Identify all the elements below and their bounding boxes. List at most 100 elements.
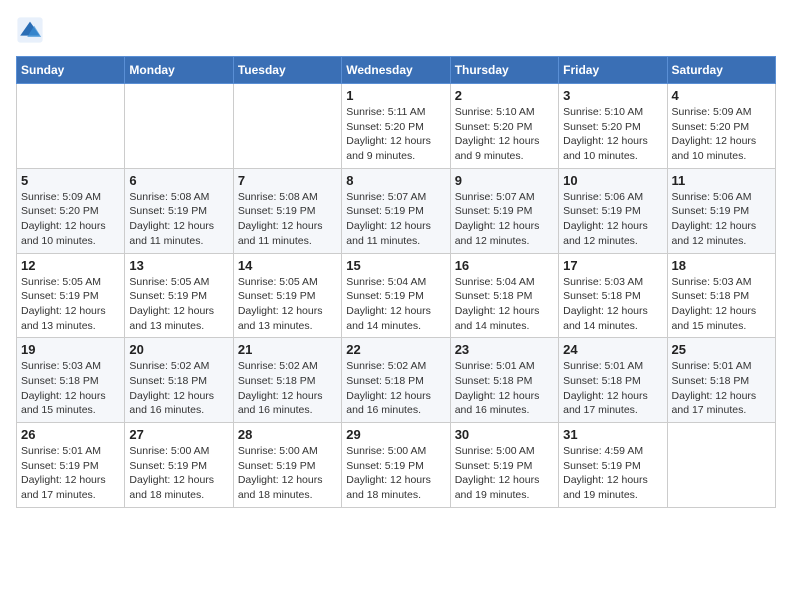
day-info: Sunrise: 5:02 AM Sunset: 5:18 PM Dayligh… (129, 359, 228, 418)
calendar-cell: 27 Sunrise: 5:00 AM Sunset: 5:19 PM Dayli… (125, 423, 233, 508)
day-number: 1 (346, 88, 445, 103)
day-info: Sunrise: 5:10 AM Sunset: 5:20 PM Dayligh… (455, 105, 554, 164)
calendar-cell: 29 Sunrise: 5:00 AM Sunset: 5:19 PM Dayli… (342, 423, 450, 508)
calendar-week-3: 12 Sunrise: 5:05 AM Sunset: 5:19 PM Dayli… (17, 253, 776, 338)
weekday-friday: Friday (559, 57, 667, 84)
calendar-cell: 7Sunrise: 5:08 AM Sunset: 5:19 PM Daylig… (233, 168, 341, 253)
day-number: 15 (346, 258, 445, 273)
day-number: 11 (672, 173, 771, 188)
weekday-monday: Monday (125, 57, 233, 84)
page-header (16, 16, 776, 44)
calendar-cell (125, 84, 233, 169)
weekday-header-row: SundayMondayTuesdayWednesdayThursdayFrid… (17, 57, 776, 84)
day-number: 29 (346, 427, 445, 442)
day-info: Sunrise: 5:06 AM Sunset: 5:19 PM Dayligh… (672, 190, 771, 249)
day-number: 27 (129, 427, 228, 442)
day-number: 31 (563, 427, 662, 442)
logo-icon (16, 16, 44, 44)
day-number: 19 (21, 342, 120, 357)
day-number: 23 (455, 342, 554, 357)
calendar-cell: 31 Sunrise: 4:59 AM Sunset: 5:19 PM Dayli… (559, 423, 667, 508)
day-number: 17 (563, 258, 662, 273)
day-number: 25 (672, 342, 771, 357)
calendar-cell: 11 Sunrise: 5:06 AM Sunset: 5:19 PM Dayli… (667, 168, 775, 253)
day-info: Sunrise: 5:02 AM Sunset: 5:18 PM Dayligh… (238, 359, 337, 418)
day-number: 14 (238, 258, 337, 273)
day-info: Sunrise: 4:59 AM Sunset: 5:19 PM Dayligh… (563, 444, 662, 503)
calendar-cell: 22Sunrise: 5:02 AM Sunset: 5:18 PM Dayli… (342, 338, 450, 423)
day-info: Sunrise: 5:04 AM Sunset: 5:19 PM Dayligh… (346, 275, 445, 334)
day-info: Sunrise: 5:08 AM Sunset: 5:19 PM Dayligh… (129, 190, 228, 249)
calendar-cell: 28 Sunrise: 5:00 AM Sunset: 5:19 PM Dayli… (233, 423, 341, 508)
calendar-cell: 3Sunrise: 5:10 AM Sunset: 5:20 PM Daylig… (559, 84, 667, 169)
calendar-cell: 19 Sunrise: 5:03 AM Sunset: 5:18 PM Dayli… (17, 338, 125, 423)
day-info: Sunrise: 5:01 AM Sunset: 5:18 PM Dayligh… (455, 359, 554, 418)
weekday-tuesday: Tuesday (233, 57, 341, 84)
day-number: 18 (672, 258, 771, 273)
calendar-cell: 18 Sunrise: 5:03 AM Sunset: 5:18 PM Dayli… (667, 253, 775, 338)
calendar-body: 1 Sunrise: 5:11 AM Sunset: 5:20 PM Daylig… (17, 84, 776, 508)
day-info: Sunrise: 5:06 AM Sunset: 5:19 PM Dayligh… (563, 190, 662, 249)
calendar-week-2: 5Sunrise: 5:09 AM Sunset: 5:20 PM Daylig… (17, 168, 776, 253)
day-info: Sunrise: 5:01 AM Sunset: 5:18 PM Dayligh… (672, 359, 771, 418)
calendar-cell: 6 Sunrise: 5:08 AM Sunset: 5:19 PM Daylig… (125, 168, 233, 253)
calendar-cell: 15 Sunrise: 5:04 AM Sunset: 5:19 PM Dayli… (342, 253, 450, 338)
calendar-cell: 30Sunrise: 5:00 AM Sunset: 5:19 PM Dayli… (450, 423, 558, 508)
day-number: 21 (238, 342, 337, 357)
calendar-cell: 23 Sunrise: 5:01 AM Sunset: 5:18 PM Dayli… (450, 338, 558, 423)
day-number: 30 (455, 427, 554, 442)
day-info: Sunrise: 5:05 AM Sunset: 5:19 PM Dayligh… (238, 275, 337, 334)
calendar-cell: 20 Sunrise: 5:02 AM Sunset: 5:18 PM Dayli… (125, 338, 233, 423)
day-info: Sunrise: 5:00 AM Sunset: 5:19 PM Dayligh… (346, 444, 445, 503)
day-number: 3 (563, 88, 662, 103)
day-number: 20 (129, 342, 228, 357)
calendar-cell: 8Sunrise: 5:07 AM Sunset: 5:19 PM Daylig… (342, 168, 450, 253)
day-number: 8 (346, 173, 445, 188)
calendar-cell: 9 Sunrise: 5:07 AM Sunset: 5:19 PM Daylig… (450, 168, 558, 253)
day-number: 12 (21, 258, 120, 273)
day-info: Sunrise: 5:00 AM Sunset: 5:19 PM Dayligh… (238, 444, 337, 503)
day-number: 26 (21, 427, 120, 442)
day-number: 10 (563, 173, 662, 188)
calendar-cell (667, 423, 775, 508)
calendar-cell: 26 Sunrise: 5:01 AM Sunset: 5:19 PM Dayli… (17, 423, 125, 508)
calendar-cell: 10 Sunrise: 5:06 AM Sunset: 5:19 PM Dayli… (559, 168, 667, 253)
day-number: 16 (455, 258, 554, 273)
calendar-cell: 16 Sunrise: 5:04 AM Sunset: 5:18 PM Dayli… (450, 253, 558, 338)
day-info: Sunrise: 5:05 AM Sunset: 5:19 PM Dayligh… (21, 275, 120, 334)
day-number: 9 (455, 173, 554, 188)
day-info: Sunrise: 5:03 AM Sunset: 5:18 PM Dayligh… (672, 275, 771, 334)
calendar-cell: 12 Sunrise: 5:05 AM Sunset: 5:19 PM Dayli… (17, 253, 125, 338)
day-info: Sunrise: 5:07 AM Sunset: 5:19 PM Dayligh… (455, 190, 554, 249)
day-info: Sunrise: 5:04 AM Sunset: 5:18 PM Dayligh… (455, 275, 554, 334)
day-info: Sunrise: 5:03 AM Sunset: 5:18 PM Dayligh… (563, 275, 662, 334)
weekday-wednesday: Wednesday (342, 57, 450, 84)
calendar-cell: 25 Sunrise: 5:01 AM Sunset: 5:18 PM Dayli… (667, 338, 775, 423)
day-number: 13 (129, 258, 228, 273)
day-number: 28 (238, 427, 337, 442)
day-number: 6 (129, 173, 228, 188)
calendar-cell: 2Sunrise: 5:10 AM Sunset: 5:20 PM Daylig… (450, 84, 558, 169)
day-info: Sunrise: 5:05 AM Sunset: 5:19 PM Dayligh… (129, 275, 228, 334)
calendar-cell: 24 Sunrise: 5:01 AM Sunset: 5:18 PM Dayli… (559, 338, 667, 423)
calendar-cell: 4Sunrise: 5:09 AM Sunset: 5:20 PM Daylig… (667, 84, 775, 169)
day-info: Sunrise: 5:08 AM Sunset: 5:19 PM Dayligh… (238, 190, 337, 249)
calendar-week-4: 19 Sunrise: 5:03 AM Sunset: 5:18 PM Dayli… (17, 338, 776, 423)
logo (16, 16, 46, 44)
day-info: Sunrise: 5:01 AM Sunset: 5:19 PM Dayligh… (21, 444, 120, 503)
day-info: Sunrise: 5:11 AM Sunset: 5:20 PM Dayligh… (346, 105, 445, 164)
weekday-saturday: Saturday (667, 57, 775, 84)
day-info: Sunrise: 5:03 AM Sunset: 5:18 PM Dayligh… (21, 359, 120, 418)
calendar-cell: 17 Sunrise: 5:03 AM Sunset: 5:18 PM Dayli… (559, 253, 667, 338)
calendar-cell (233, 84, 341, 169)
day-info: Sunrise: 5:00 AM Sunset: 5:19 PM Dayligh… (129, 444, 228, 503)
calendar-cell (17, 84, 125, 169)
weekday-sunday: Sunday (17, 57, 125, 84)
calendar-cell: 13 Sunrise: 5:05 AM Sunset: 5:19 PM Dayli… (125, 253, 233, 338)
weekday-thursday: Thursday (450, 57, 558, 84)
day-number: 24 (563, 342, 662, 357)
calendar-table: SundayMondayTuesdayWednesdayThursdayFrid… (16, 56, 776, 508)
calendar-cell: 21 Sunrise: 5:02 AM Sunset: 5:18 PM Dayli… (233, 338, 341, 423)
day-info: Sunrise: 5:01 AM Sunset: 5:18 PM Dayligh… (563, 359, 662, 418)
day-info: Sunrise: 5:09 AM Sunset: 5:20 PM Dayligh… (672, 105, 771, 164)
